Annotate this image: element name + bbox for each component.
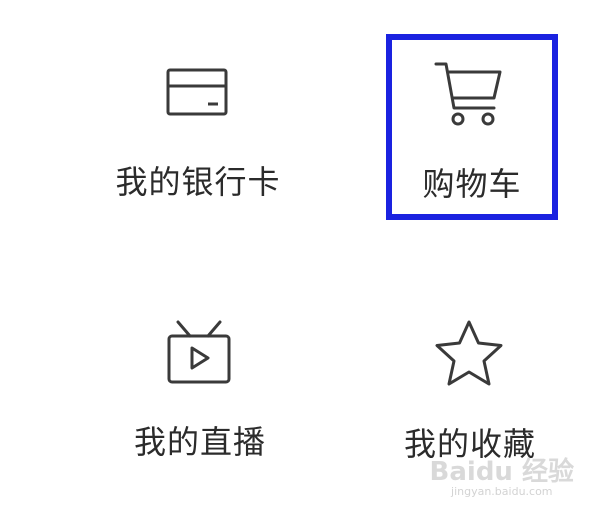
menu-item-label: 我的银行卡 (115, 163, 281, 201)
menu-item-label: 购物车 (422, 165, 522, 203)
baidu-jingyan-watermark: Baidu 经验 jingyan.baidu.com (430, 458, 574, 498)
menu-item-bank-card[interactable]: 我的银行卡 (98, 40, 298, 230)
star-icon (432, 318, 506, 392)
watermark-logo: Baidu 经验 (429, 457, 574, 487)
shopping-cart-icon (432, 58, 504, 134)
live-tv-icon (166, 320, 232, 390)
watermark-url: jingyan.baidu.com (451, 485, 553, 498)
bank-card-icon (166, 68, 228, 120)
menu-item-live[interactable]: 我的直播 (110, 300, 290, 480)
menu-item-shopping-cart[interactable]: 购物车 (386, 34, 558, 220)
menu-item-label: 我的直播 (133, 423, 266, 461)
menu-item-favorites[interactable]: 我的收藏 (390, 300, 550, 480)
